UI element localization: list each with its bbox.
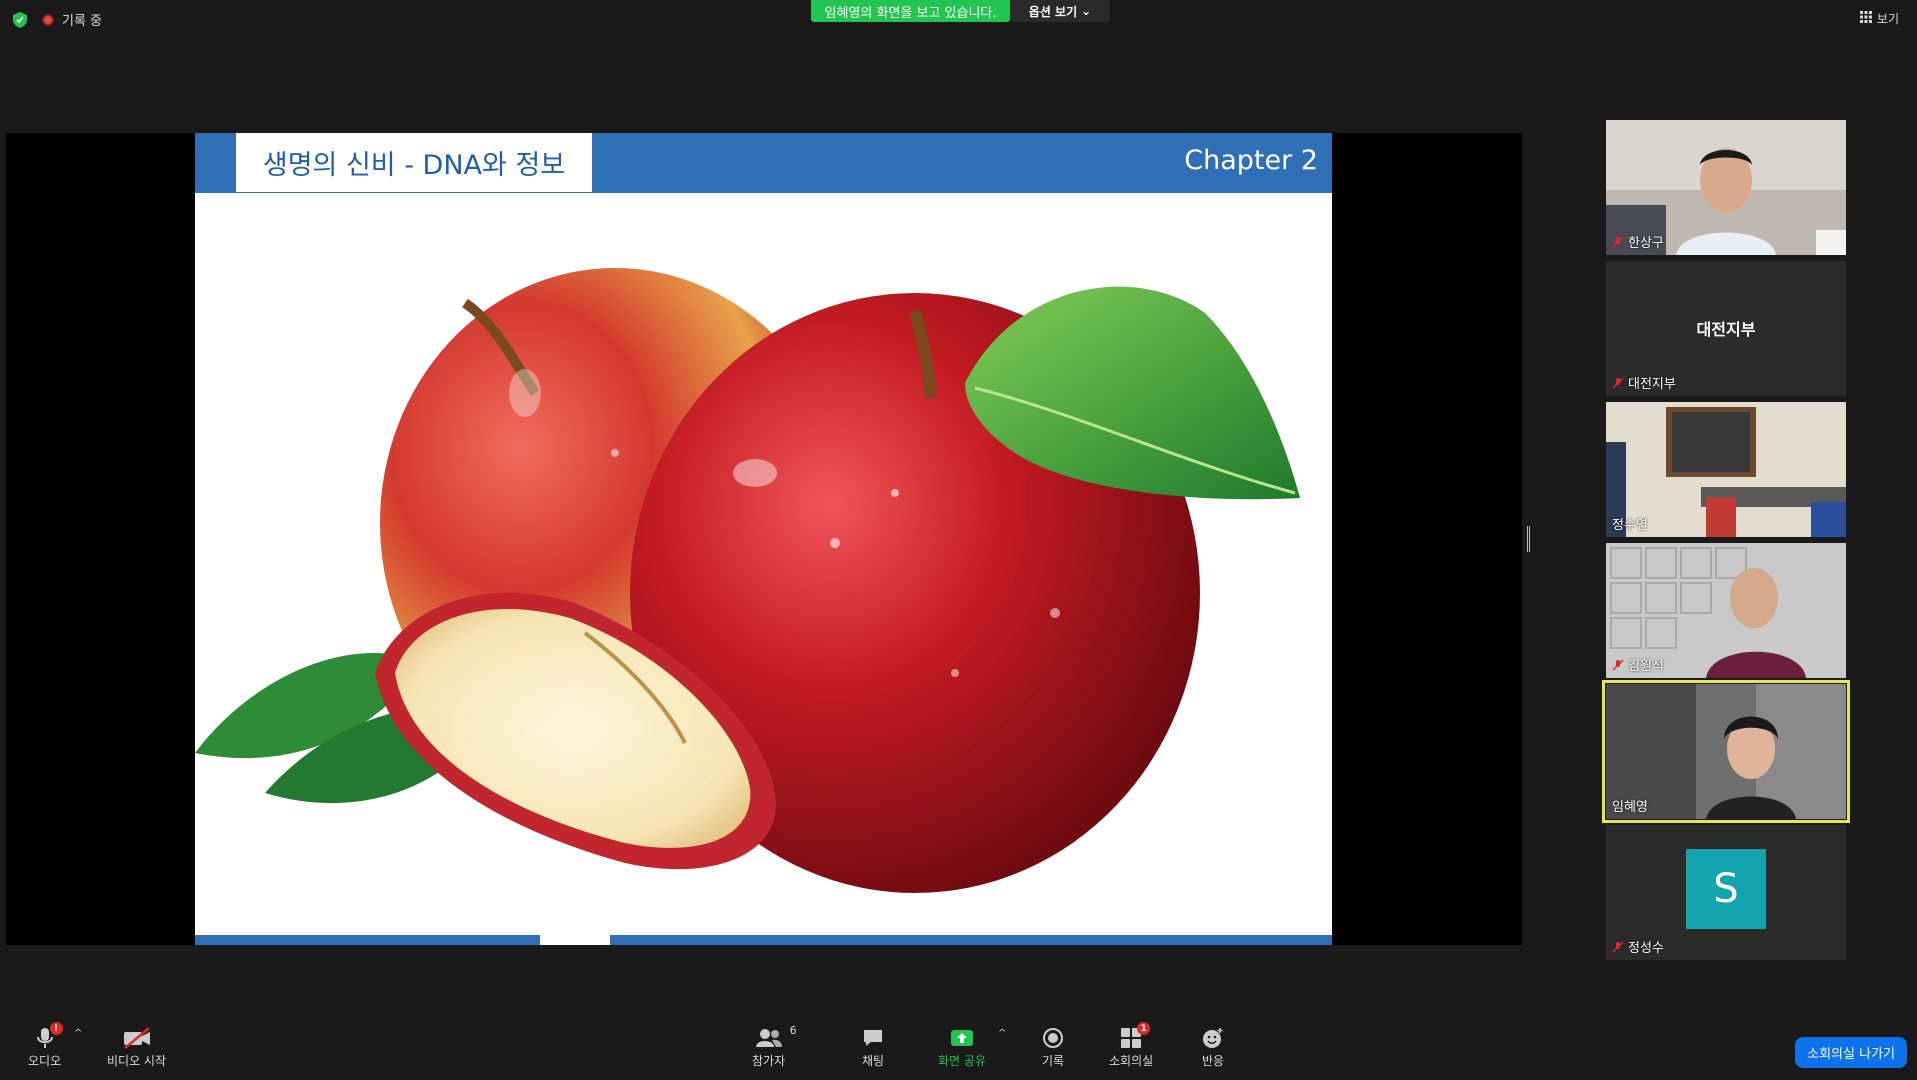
breakout-rooms-label: 소회의실 xyxy=(1109,1054,1154,1068)
breakout-badge: 1 xyxy=(1137,1022,1151,1035)
chat-icon xyxy=(862,1024,884,1052)
slide-title: 생명의 신비 - DNA와 정보 xyxy=(236,133,592,192)
participants-button[interactable]: 6 참가자 xyxy=(752,1024,797,1069)
record-icon xyxy=(1042,1024,1064,1052)
screen-share-banner: 임혜영의 화면을 보고 있습니다. xyxy=(811,0,1010,22)
participants-icon: 6 xyxy=(755,1024,797,1052)
participant-tile[interactable]: 김원석 xyxy=(1606,543,1846,678)
audio-options-caret-icon[interactable]: ^ xyxy=(74,1028,82,1039)
audio-button[interactable]: ! 오디오 xyxy=(28,1022,63,1069)
share-options-caret-icon[interactable]: ^ xyxy=(998,1028,1006,1039)
participant-name: 김원석 xyxy=(1612,655,1664,674)
start-video-label: 비디오 시작 xyxy=(107,1054,167,1068)
breakout-rooms-button[interactable]: 1 소회의실 xyxy=(1109,1022,1154,1069)
participants-label: 참가자 xyxy=(752,1054,786,1068)
audio-label: 오디오 xyxy=(28,1054,62,1068)
record-dot-icon xyxy=(42,13,54,26)
breakout-rooms-icon: 1 xyxy=(1120,1022,1151,1052)
participant-tile[interactable]: 정수연 xyxy=(1606,402,1846,537)
muted-mic-icon xyxy=(1612,658,1624,671)
chat-label: 채팅 xyxy=(862,1054,885,1068)
view-button-label: 보기 xyxy=(1876,12,1899,26)
participant-name-label: 임혜영 xyxy=(1612,800,1648,815)
avatar: S xyxy=(1686,849,1766,929)
reactions-label: 반응 xyxy=(1202,1054,1225,1068)
record-button[interactable]: 기록 xyxy=(1042,1024,1064,1069)
meeting-toolbar: ! 오디오 ^ 비디오 시작 6 참가자 채팅 화면 공유 ^ 기록 1 소회의… xyxy=(0,1018,1917,1080)
participant-tile[interactable]: 대전지부 대전지부 xyxy=(1606,261,1846,396)
participant-name-label: 김원석 xyxy=(1628,659,1664,674)
active-speaker-tile[interactable]: 임혜영 xyxy=(1602,680,1850,823)
participants-count: 6 xyxy=(789,1024,797,1037)
chevron-down-icon: ⌄ xyxy=(1081,4,1092,18)
chat-button[interactable]: 채팅 xyxy=(862,1024,884,1069)
grid-icon xyxy=(1859,11,1872,26)
view-options-label: 옵션 보기 xyxy=(1028,4,1078,19)
participant-name: 임혜영 xyxy=(1612,796,1648,815)
participant-name: 대전지부 xyxy=(1612,373,1676,392)
encryption-shield-icon[interactable] xyxy=(12,11,28,28)
video-off-icon xyxy=(122,1024,152,1052)
muted-mic-icon xyxy=(1612,376,1624,389)
panel-resize-handle[interactable] xyxy=(1527,526,1530,552)
participant-tile[interactable]: 한상구 xyxy=(1606,120,1846,255)
view-options-button[interactable]: 옵션 보기 ⌄ xyxy=(1010,0,1110,22)
reactions-button[interactable]: 반응 xyxy=(1202,1024,1224,1069)
participant-name-label: 대전지부 xyxy=(1628,377,1676,392)
slide-chapter: Chapter 2 xyxy=(1184,145,1318,176)
participant-name-label: 정성수 xyxy=(1628,941,1664,956)
recording-label: 기록 중 xyxy=(62,14,103,29)
participant-tile[interactable]: S 정성수 xyxy=(1606,825,1846,960)
share-screen-button[interactable]: 화면 공유 xyxy=(938,1024,986,1069)
participant-display-name: 대전지부 xyxy=(1696,320,1756,339)
participant-name-label: 한상구 xyxy=(1628,236,1664,251)
start-video-button[interactable]: 비디오 시작 xyxy=(107,1024,166,1069)
slide-footer xyxy=(195,935,1332,945)
view-button[interactable]: 보기 xyxy=(1859,10,1899,27)
microphone-icon: ! xyxy=(35,1022,63,1052)
muted-mic-icon xyxy=(1612,235,1624,248)
smiley-icon xyxy=(1202,1024,1224,1052)
participant-name: 정성수 xyxy=(1612,937,1664,956)
muted-mic-icon xyxy=(1612,940,1624,953)
audio-warning-badge: ! xyxy=(49,1022,63,1035)
share-screen-icon xyxy=(950,1024,974,1052)
participant-name-label: 정수연 xyxy=(1612,518,1648,533)
recording-indicator[interactable]: 기록 중 xyxy=(42,10,102,29)
apple-image xyxy=(195,268,1300,893)
participant-name: 정수연 xyxy=(1612,514,1648,533)
top-status: 기록 중 xyxy=(12,10,102,29)
leave-breakout-room-button[interactable]: 소회의실 나가기 xyxy=(1795,1037,1907,1068)
shared-screen[interactable]: 생명의 신비 - DNA와 정보 Chapter 2 xyxy=(6,133,1522,945)
slide-footer-box xyxy=(540,935,610,945)
presentation-slide: 생명의 신비 - DNA와 정보 Chapter 2 xyxy=(195,133,1332,945)
record-label: 기록 xyxy=(1042,1054,1065,1068)
participant-name: 한상구 xyxy=(1612,232,1664,251)
share-screen-label: 화면 공유 xyxy=(938,1054,986,1068)
